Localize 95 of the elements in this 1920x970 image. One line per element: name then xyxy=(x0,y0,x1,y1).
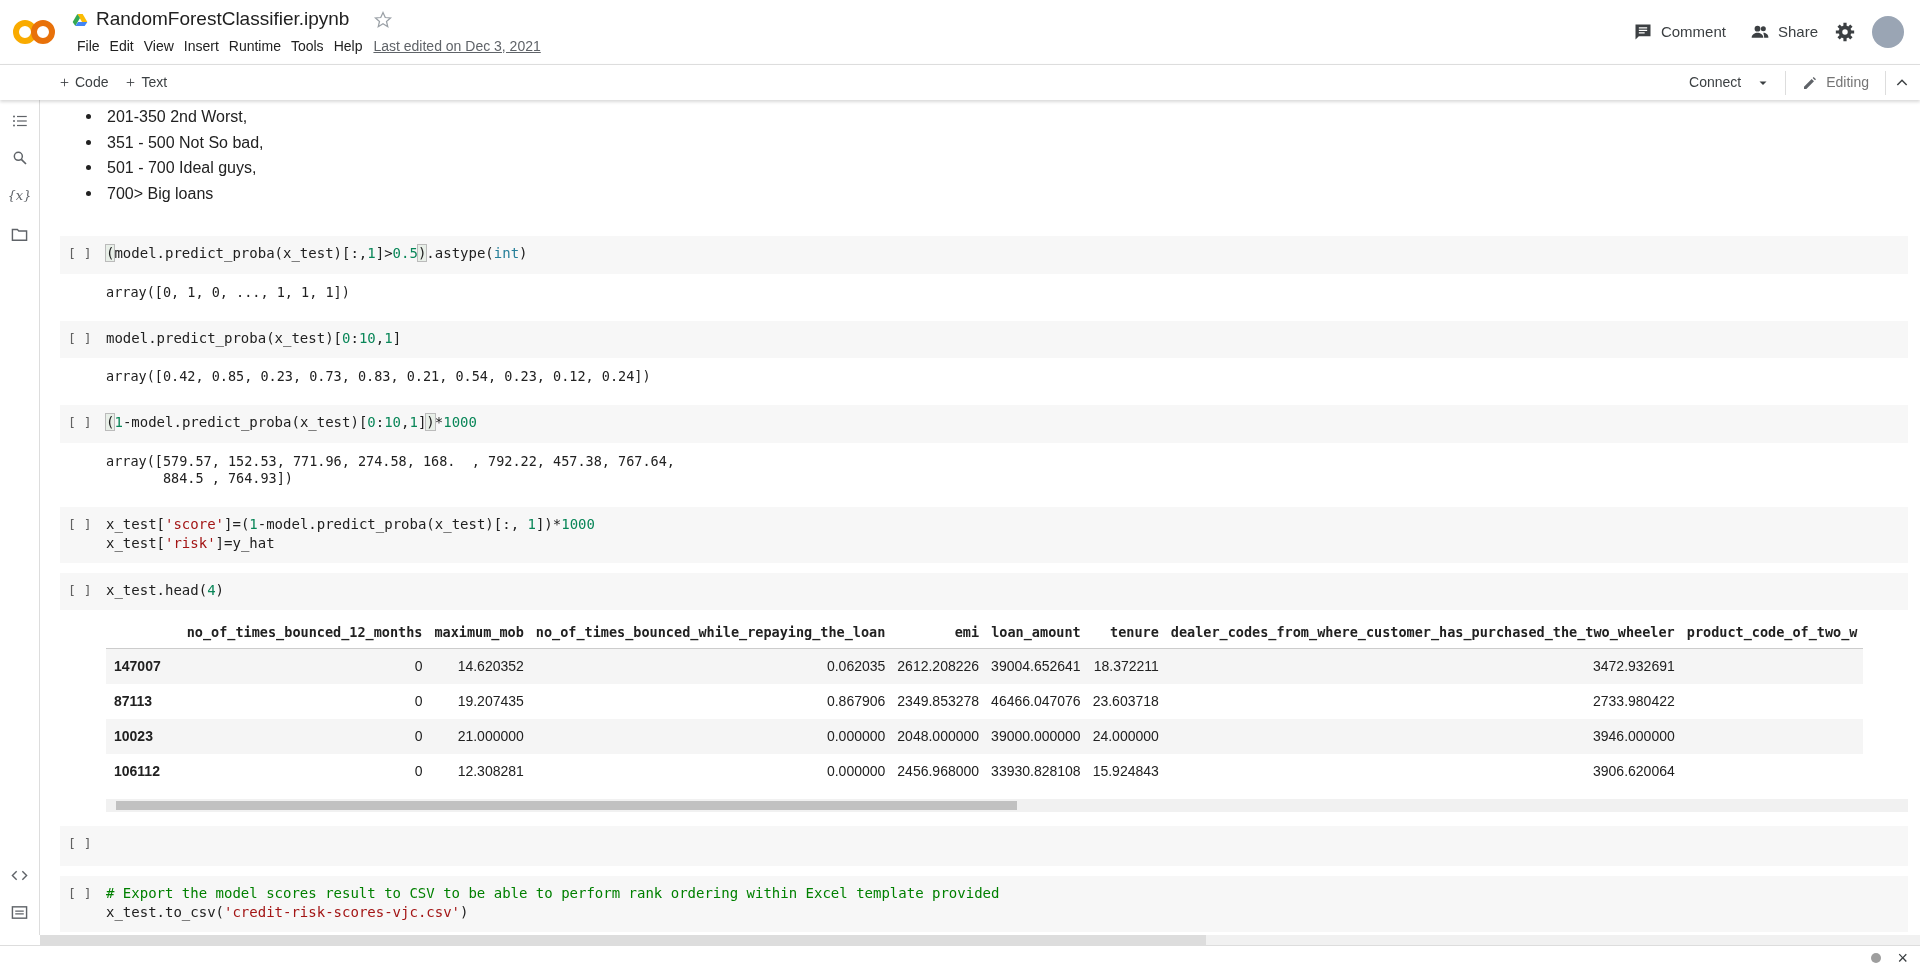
table-cell: 3906.620064 xyxy=(1164,754,1681,790)
run-button[interactable]: [ ] xyxy=(60,413,106,433)
share-button[interactable]: Share xyxy=(1741,18,1826,46)
logo-icon[interactable] xyxy=(12,18,56,46)
bullet-icon xyxy=(86,114,91,120)
table-cell: 0.867906 xyxy=(529,684,892,720)
bullet-item: 700> Big loans xyxy=(107,183,214,204)
editing-button[interactable]: Editing xyxy=(1794,70,1877,95)
row-index: 10023 xyxy=(106,719,181,755)
search-icon[interactable] xyxy=(11,150,28,166)
table-cell: 0 xyxy=(180,684,429,720)
table-cell: 33930.828108 xyxy=(985,754,1087,790)
column-header: loan_amount xyxy=(985,616,1087,649)
table-cell: 2048.000000 xyxy=(891,719,986,755)
settings-icon[interactable] xyxy=(1834,21,1856,43)
drive-icon xyxy=(72,11,88,28)
menu-item[interactable]: Edit xyxy=(104,33,139,59)
column-header: dealer_codes_from_where_customer_has_purchased_the_two_wheeler xyxy=(1164,616,1681,649)
row-index: 147007 xyxy=(106,648,181,685)
table-cell: 12.308281 xyxy=(428,754,530,790)
menu-item[interactable]: View xyxy=(138,33,179,59)
code-text[interactable]: model.predict_proba(x_test)[0:10,1] xyxy=(106,328,402,348)
table-cell: 3946.000000 xyxy=(1164,719,1681,755)
table-cell: 0.000000 xyxy=(529,719,892,755)
run-button[interactable]: [ ] xyxy=(60,244,106,264)
menu-item[interactable]: File xyxy=(72,33,105,59)
table-cell: 2456.968000 xyxy=(891,754,986,790)
menu-item[interactable]: Tools xyxy=(285,33,329,59)
table-cell: 0.062035 xyxy=(529,648,892,685)
column-header: maximum_mob xyxy=(428,616,530,649)
table-cell: 0 xyxy=(180,648,429,685)
table-cell: 21.000000 xyxy=(428,719,530,755)
horizontal-scrollbar[interactable] xyxy=(40,935,1920,945)
terminal-icon[interactable] xyxy=(11,904,28,921)
menu-item[interactable]: Insert xyxy=(178,33,224,59)
bullet-item: 351 - 500 Not So bad, xyxy=(107,132,264,153)
table-cell: 15.924843 xyxy=(1086,754,1165,790)
run-button[interactable]: [ ] xyxy=(60,580,106,600)
menu-item[interactable]: Help xyxy=(328,33,368,59)
table-cell: 3472.932691 xyxy=(1164,648,1681,685)
scrollbar-thumb[interactable] xyxy=(40,935,1206,945)
menu-item[interactable]: Runtime xyxy=(223,33,286,59)
bullet-item: 501 - 700 Ideal guys, xyxy=(107,158,257,178)
table-cell: 18.372211 xyxy=(1086,648,1165,685)
notebook-title[interactable]: RandomForestClassifier.ipynb xyxy=(96,5,350,34)
table-cell: 23.603718 xyxy=(1086,684,1165,720)
close-button[interactable]: × xyxy=(1893,944,1912,970)
run-button[interactable]: [ ] xyxy=(60,328,106,348)
output-text: array([579.57, 152.53, 771.96, 274.58, 168. , 792.22, 457.38, 767.64, 884.5 , 764.93]) xyxy=(105,451,676,488)
add-text-button[interactable]: Text xyxy=(116,70,176,95)
status-dot xyxy=(1871,953,1882,963)
table-cell: 39000.000000 xyxy=(985,719,1087,755)
pencil-icon xyxy=(1802,74,1819,91)
bullet-icon xyxy=(86,139,91,145)
last-edited-link[interactable]: Last edited on Dec 3, 2021 xyxy=(373,35,541,57)
table-cell: 46466.047076 xyxy=(985,684,1087,720)
column-header: no_of_times_bounced_12_months xyxy=(180,616,429,649)
column-header: product_code_of_two_w xyxy=(1680,616,1864,649)
code-text[interactable]: x_test['score']=(1-model.predict_proba(x_test)[:, 1])*1000 x_test['risk']=y_hat xyxy=(106,514,595,553)
run-button[interactable]: [ ] xyxy=(60,514,106,553)
table-cell: 0 xyxy=(180,754,429,790)
table-cell: 39004.652641 xyxy=(985,648,1087,685)
table-cell: 19.207435 xyxy=(428,684,530,720)
column-header: emi xyxy=(891,616,986,649)
code-text[interactable]: (1-model.predict_proba(x_test)[0:10,1])*1000 xyxy=(106,413,477,433)
output-text: array([0.42, 0.85, 0.23, 0.73, 0.83, 0.21, 0.54, 0.23, 0.12, 0.24]) xyxy=(105,367,652,386)
row-index: 87113 xyxy=(106,684,181,720)
table-cell: 0 xyxy=(180,719,429,755)
table-cell: 2349.853278 xyxy=(891,684,986,720)
row-index: 106112 xyxy=(106,754,181,790)
bullet-icon xyxy=(86,190,91,196)
star-icon[interactable] xyxy=(373,9,394,30)
table-cell: 2733.980422 xyxy=(1164,684,1681,720)
code-text[interactable]: # Export the model scores result to CSV to be able to perform rank ordering within Excel template provided x_test.to_csv('credit-risk-scores-vjc.csv') xyxy=(106,884,1000,923)
code-text[interactable]: x_test.head(4) xyxy=(106,580,225,600)
horizontal-scrollbar[interactable] xyxy=(106,799,1908,813)
column-header: no_of_times_bounced_while_repaying_the_loan xyxy=(529,616,892,649)
column-header: tenure xyxy=(1086,616,1165,649)
bullet-item: 201-350 2nd Worst, xyxy=(107,107,248,127)
run-button[interactable]: [ ] xyxy=(60,834,106,857)
table-cell: 0.000000 xyxy=(529,754,892,790)
output-text: array([0, 1, 0, ..., 1, 1, 1]) xyxy=(105,282,351,302)
table-cell: 14.620352 xyxy=(428,648,530,685)
run-button[interactable]: [ ] xyxy=(60,884,106,923)
scrollbar-thumb[interactable] xyxy=(116,801,1017,811)
table-cell: 24.000000 xyxy=(1086,719,1165,755)
comment-icon xyxy=(1632,22,1653,42)
plus-icon xyxy=(58,76,71,89)
comment-button[interactable]: Comment xyxy=(1624,18,1734,46)
code-text[interactable]: (model.predict_proba(x_test)[:,1]>0.5).astype(int) xyxy=(106,244,528,264)
add-code-button[interactable]: Code xyxy=(50,70,117,95)
variables-button[interactable]: {x} xyxy=(7,186,32,206)
bullet-icon xyxy=(86,165,91,171)
connect-button[interactable]: Connect xyxy=(1681,70,1778,95)
table-cell: 2612.208226 xyxy=(891,648,986,685)
